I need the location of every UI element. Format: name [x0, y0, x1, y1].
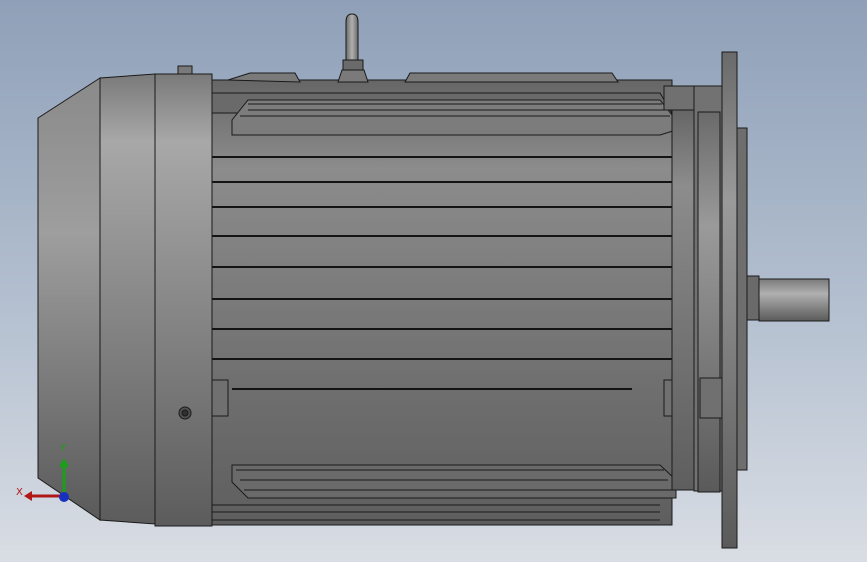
y-axis-label: Y	[60, 443, 67, 454]
rear-end-bell[interactable]	[154, 65, 213, 527]
motor-model[interactable]	[0, 0, 867, 562]
output-shaft[interactable]	[746, 275, 830, 322]
cad-graphics-viewport[interactable]: X Y	[0, 0, 867, 562]
lifting-eye-bolt[interactable]	[337, 13, 369, 83]
front-flange[interactable]	[671, 51, 748, 549]
motor-frame[interactable]	[211, 72, 695, 526]
z-axis-origin	[59, 492, 69, 502]
x-axis-label: X	[16, 487, 23, 498]
